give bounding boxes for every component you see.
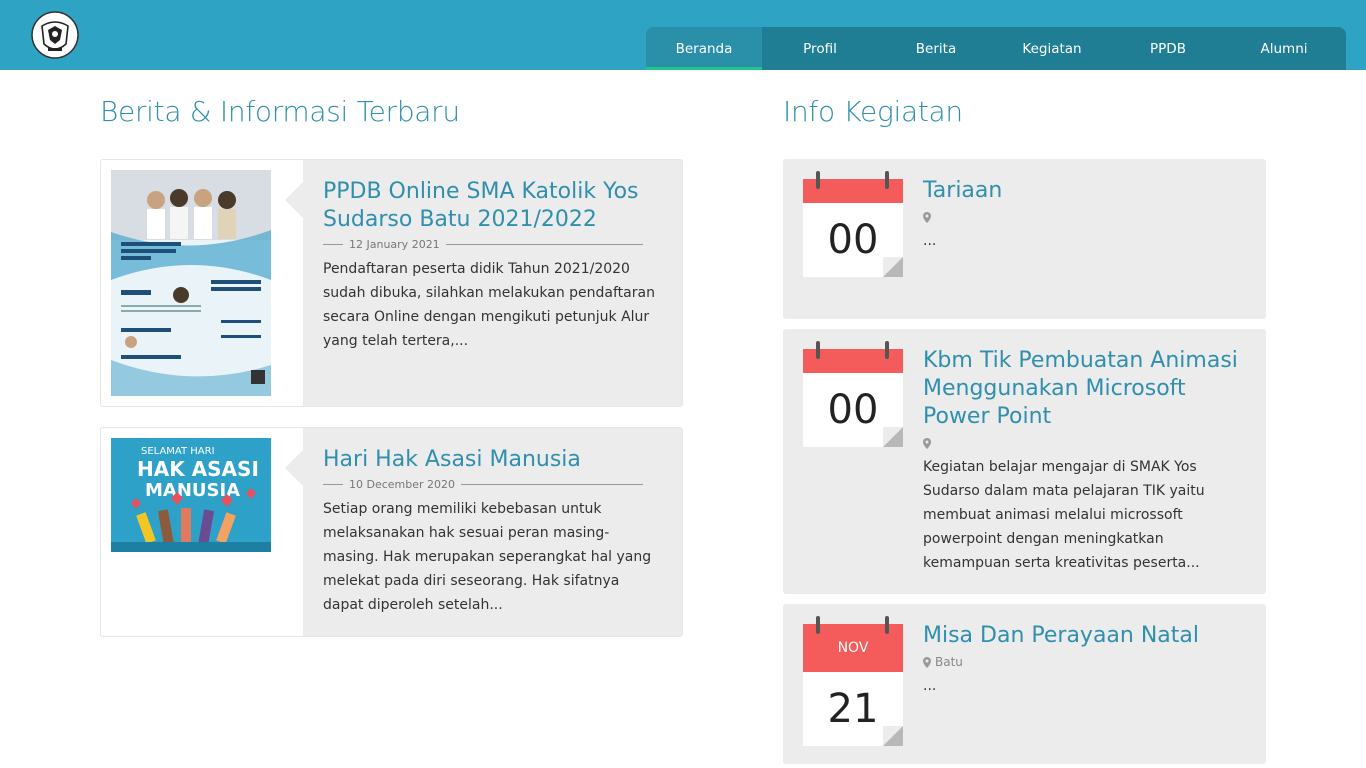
event-description: Kegiatan belajar mengajar di SMAK Yos Su… <box>923 459 1205 571</box>
map-pin-icon <box>923 437 931 449</box>
nav-item-beranda[interactable]: Beranda <box>646 27 762 70</box>
nav-item-profil[interactable]: Profil <box>762 27 878 70</box>
news-section-title: Berita & Informasi Terbaru <box>100 95 460 128</box>
nav-item-ppdb[interactable]: PPDB <box>1110 27 1226 70</box>
event-title-link[interactable]: Kbm Tik Pembuatan Animasi Menggunakan Mi… <box>923 347 1246 431</box>
nav-item-berita[interactable]: Berita <box>878 27 994 70</box>
svg-text:SELAMAT HARI: SELAMAT HARI <box>141 446 215 457</box>
news-body: Hari Hak Asasi Manusia 10 December 2020 … <box>285 428 682 636</box>
news-thumbnail-ham[interactable]: SELAMAT HARI HAK ASASI MANUSIA <box>111 438 271 552</box>
events-section-title: Info Kegiatan <box>783 95 963 128</box>
news-title-link[interactable]: Hari Hak Asasi Manusia <box>323 446 662 474</box>
news-title-link[interactable]: PPDB Online SMA Katolik Yos Sudarso Batu… <box>323 178 662 234</box>
news-date: 10 December 2020 <box>323 478 643 491</box>
event-card: 00 Kbm Tik Pembuatan Animasi Menggunakan… <box>783 329 1266 594</box>
nav-item-alumni[interactable]: Alumni <box>1226 27 1342 70</box>
nav-item-kegiatan[interactable]: Kegiatan <box>994 27 1110 70</box>
event-info: Misa Dan Perayaan Natal Batu ... <box>923 622 1246 698</box>
event-info: Tariaan ... <box>923 177 1246 253</box>
event-location: Batu <box>923 654 1246 670</box>
map-pin-icon <box>923 211 931 223</box>
event-description: ... <box>923 678 937 694</box>
map-pin-icon <box>923 656 931 668</box>
event-location <box>923 435 1246 451</box>
event-title-link[interactable]: Tariaan <box>923 177 1246 205</box>
school-logo[interactable] <box>30 10 80 60</box>
news-excerpt: Setiap orang memiliki kebebasan untuk me… <box>323 501 652 613</box>
calendar-icon: 00 <box>803 171 903 277</box>
svg-text:HAK ASASI: HAK ASASI <box>137 457 259 481</box>
event-info: Kbm Tik Pembuatan Animasi Menggunakan Mi… <box>923 347 1246 575</box>
event-card: 00 Tariaan ... <box>783 159 1266 319</box>
event-description: ... <box>923 233 937 249</box>
event-location <box>923 209 1246 225</box>
news-thumbnail-ppdb[interactable] <box>111 170 271 396</box>
news-excerpt: Pendaftaran peserta didik Tahun 2021/202… <box>323 261 655 349</box>
event-title-link[interactable]: Misa Dan Perayaan Natal <box>923 622 1246 650</box>
site-header: Beranda Profil Berita Kegiatan PPDB Alum… <box>0 0 1366 70</box>
news-card: PPDB Online SMA Katolik Yos Sudarso Batu… <box>100 159 683 407</box>
news-body: PPDB Online SMA Katolik Yos Sudarso Batu… <box>285 160 682 406</box>
calendar-icon: NOV 21 <box>803 616 903 748</box>
main-nav: Beranda Profil Berita Kegiatan PPDB Alum… <box>646 27 1346 70</box>
event-card: NOV 21 Misa Dan Perayaan Natal Batu ... <box>783 604 1266 764</box>
news-date: 12 January 2021 <box>323 238 643 251</box>
calendar-icon: 00 <box>803 341 903 447</box>
news-card: SELAMAT HARI HAK ASASI MANUSIA Hari Hak … <box>100 427 683 637</box>
